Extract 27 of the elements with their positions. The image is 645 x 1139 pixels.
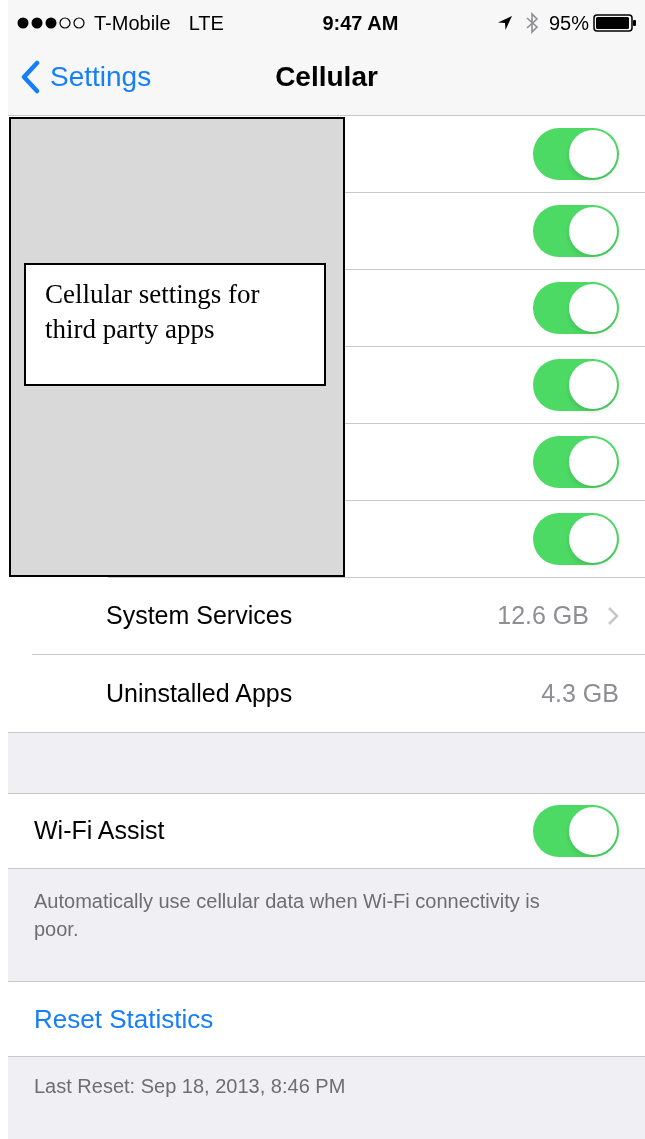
location-arrow-icon [496, 15, 513, 31]
battery-icon [593, 14, 637, 32]
usage-value: 4.3 GB [541, 677, 619, 709]
battery-percent: 95% [548, 11, 589, 36]
toggle-switch[interactable] [533, 513, 619, 565]
status-time: 9:47 AM [322, 11, 399, 36]
toggle-switch[interactable] [533, 436, 619, 488]
row-label: System Services [106, 600, 294, 632]
signal-icon [16, 16, 88, 30]
row-label: Uninstalled Apps [106, 677, 294, 709]
carrier-name: T-Mobile [94, 11, 171, 36]
toggle-switch[interactable] [533, 282, 619, 334]
network-type: LTE [188, 11, 224, 36]
bluetooth-icon [524, 12, 539, 34]
toggle-switch[interactable] [533, 805, 619, 857]
toggle-switch[interactable] [533, 128, 619, 180]
screen-title: Cellular [275, 60, 378, 94]
usage-value: 12.6 GB [497, 600, 589, 632]
back-button[interactable]: Settings [20, 56, 152, 98]
toggle-switch[interactable] [533, 359, 619, 411]
footer-note: Last Reset: Sep 18, 2013, 8:46 PM [34, 1074, 347, 1099]
toggle-switch[interactable] [533, 205, 619, 257]
reset-statistics-button[interactable]: Reset Statistics [34, 999, 214, 1039]
chevron-left-icon [20, 60, 40, 94]
annotation-text: Cellular settings for third party apps [45, 278, 261, 346]
row-label: Wi-Fi Assist [34, 815, 166, 847]
footer-note: Automatically use cellular data when Wi-Fi connectivity is poor. [34, 889, 541, 942]
